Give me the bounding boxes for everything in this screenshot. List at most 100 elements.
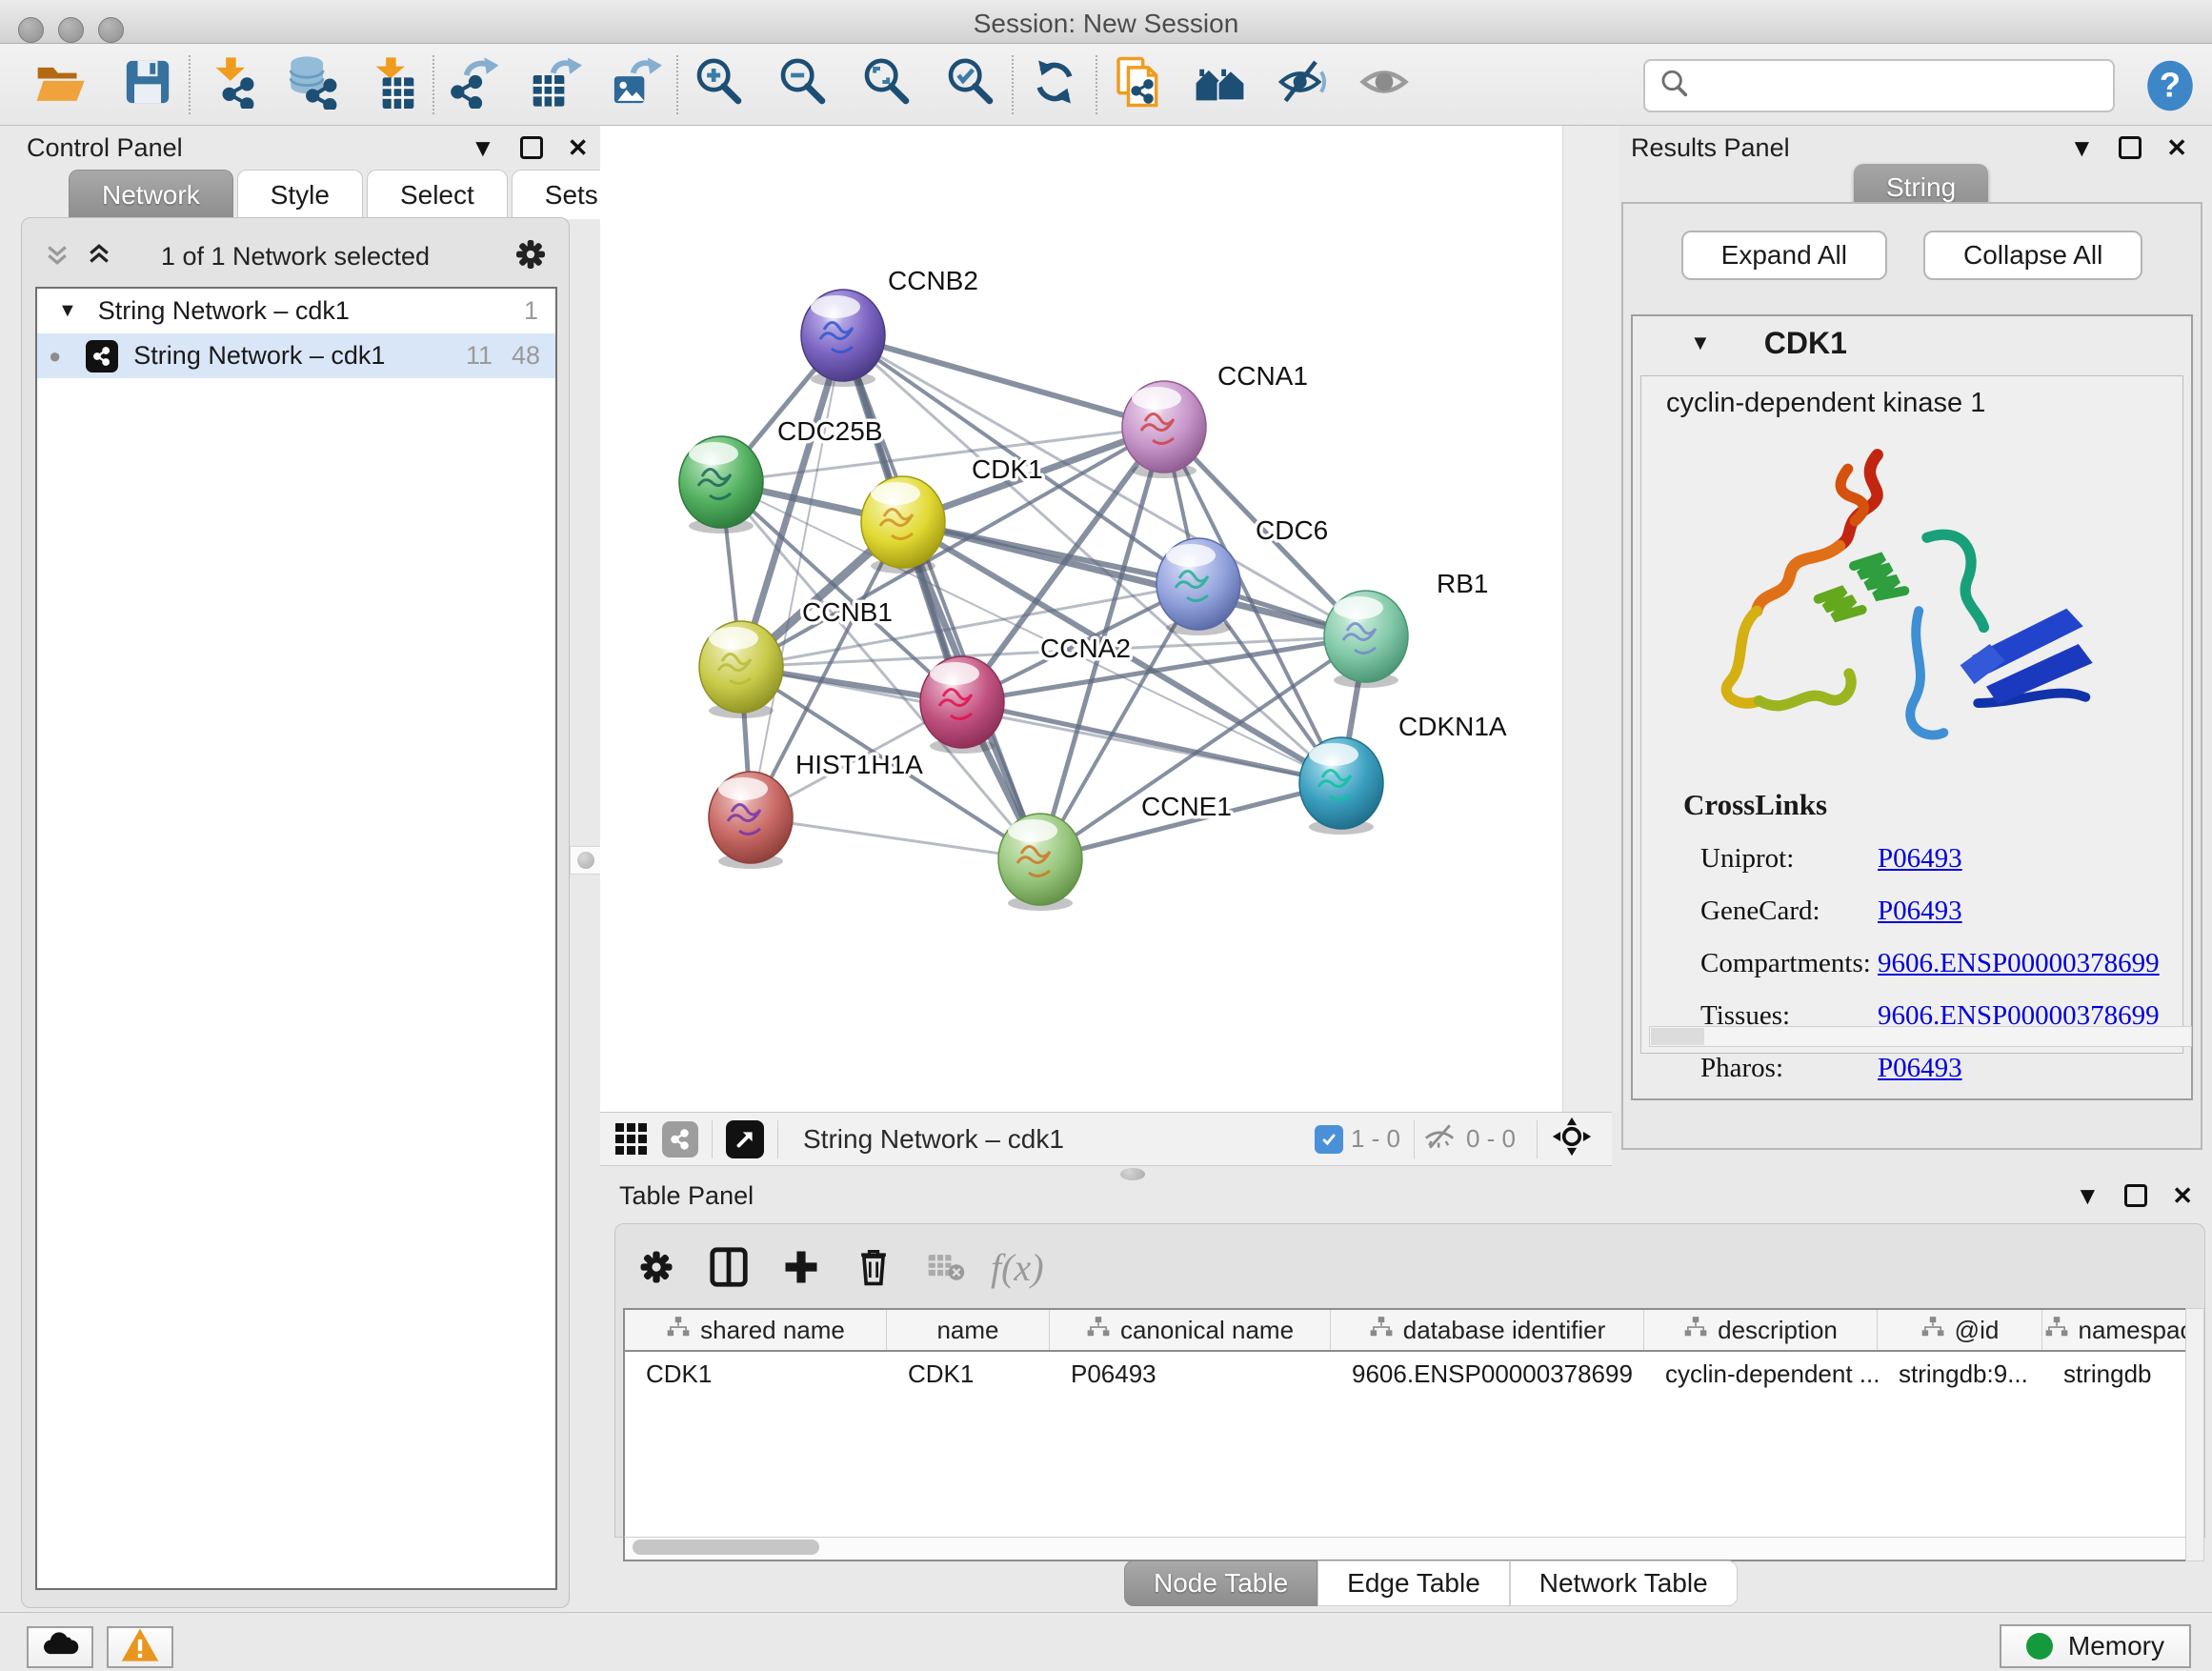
column-header-name[interactable]: name bbox=[887, 1310, 1050, 1350]
add-column-icon[interactable] bbox=[774, 1239, 829, 1295]
birdseye-grid-icon[interactable] bbox=[615, 1123, 647, 1155]
network-edge[interactable] bbox=[751, 335, 843, 817]
warnings-button[interactable] bbox=[107, 1626, 173, 1668]
gene-collapse-icon[interactable]: ▼ bbox=[1690, 331, 1711, 355]
zoom-selected-button[interactable] bbox=[939, 53, 1002, 116]
column-type-icon bbox=[1369, 1315, 1394, 1346]
results-panel-close-icon[interactable]: ✕ bbox=[2166, 135, 2187, 160]
hide-panel-button[interactable] bbox=[1271, 53, 1334, 116]
duplicate-network-button[interactable] bbox=[1107, 53, 1170, 116]
search-field[interactable] bbox=[1643, 59, 2115, 112]
crosslink-link[interactable]: P06493 bbox=[1878, 843, 1962, 875]
node-label: CDC6 bbox=[1256, 515, 1328, 545]
show-eye-button[interactable] bbox=[1353, 53, 1416, 116]
network-edge[interactable] bbox=[843, 335, 1164, 427]
network-canvas[interactable]: CCNB2CCNA1CDC25BCDK1CDC6RB1CCNB1CCNA2CDK… bbox=[600, 126, 1562, 1112]
network-node-RB1[interactable]: RB1 bbox=[1324, 569, 1488, 688]
zoom-in-button[interactable] bbox=[688, 53, 751, 116]
tree-expand-icon[interactable]: ▼ bbox=[58, 300, 77, 322]
tab-select[interactable]: Select bbox=[367, 170, 508, 219]
save-session-button[interactable] bbox=[116, 53, 179, 116]
crosslinks-title: CrossLinks bbox=[1683, 788, 2182, 822]
table-header-row: shared namenamecanonical namedatabase id… bbox=[625, 1310, 2197, 1352]
crosslink-link[interactable]: 9606.ENSP00000378699 bbox=[1878, 948, 2160, 979]
help-button[interactable]: ? bbox=[2142, 57, 2199, 114]
network-node-HIST1H1A[interactable]: HIST1H1A bbox=[709, 750, 923, 869]
results-panel-collapse-icon[interactable]: ▼ bbox=[2069, 135, 2094, 160]
memory-label: Memory bbox=[2068, 1631, 2164, 1661]
network-edge[interactable] bbox=[721, 482, 1341, 783]
table-panel-float-icon[interactable] bbox=[2124, 1184, 2147, 1207]
network-edge[interactable] bbox=[751, 817, 1040, 859]
gear-icon[interactable] bbox=[512, 235, 550, 278]
table-gear-icon[interactable] bbox=[629, 1239, 684, 1295]
home-networks-button[interactable] bbox=[1189, 53, 1252, 116]
horizontal-splitter-handle[interactable] bbox=[1120, 1168, 1145, 1180]
import-table-icon bbox=[365, 55, 418, 113]
network-selected-status: 1 of 1 Network selected bbox=[22, 242, 569, 272]
memory-button[interactable]: Memory bbox=[2000, 1624, 2191, 1668]
table-row[interactable]: CDK1CDK1P064939606.ENSP00000378699cyclin… bbox=[625, 1352, 2197, 1396]
table-cell[interactable]: CDK1 bbox=[887, 1352, 1050, 1396]
table-cell[interactable]: CDK1 bbox=[625, 1352, 887, 1396]
import-table-button[interactable] bbox=[360, 53, 423, 116]
table-cell[interactable]: P06493 bbox=[1050, 1352, 1331, 1396]
table-cell[interactable]: cyclin-dependent ... bbox=[1644, 1352, 1878, 1396]
table-vscrollbar[interactable] bbox=[2185, 1308, 2204, 1561]
search-input[interactable] bbox=[1691, 71, 2091, 101]
tab-style[interactable]: Style bbox=[237, 170, 363, 219]
column-header-canonical-name[interactable]: canonical name bbox=[1050, 1310, 1331, 1350]
import-network-button[interactable] bbox=[200, 53, 263, 116]
import-network-icon bbox=[205, 55, 258, 113]
expand-all-button[interactable]: Expand All bbox=[1681, 231, 1887, 280]
export-network-button[interactable] bbox=[444, 53, 507, 116]
export-network-icon bbox=[449, 55, 502, 113]
collapse-all-button[interactable]: Collapse All bbox=[1923, 231, 2142, 280]
network-edge[interactable] bbox=[962, 702, 1341, 783]
column-header-description[interactable]: description bbox=[1644, 1310, 1878, 1350]
table-cell[interactable]: stringdb:9... bbox=[1878, 1352, 2042, 1396]
control-panel-title: Control Panel bbox=[27, 133, 183, 163]
import-database-button[interactable] bbox=[280, 53, 343, 116]
zoom-fit-button[interactable] bbox=[855, 53, 918, 116]
table-panel-collapse-icon[interactable]: ▼ bbox=[2075, 1183, 2100, 1208]
results-hscrollbar[interactable] bbox=[1649, 1026, 2192, 1047]
export-table-icon bbox=[529, 55, 582, 113]
export-image-button[interactable] bbox=[604, 53, 667, 116]
tab-edge-table[interactable]: Edge Table bbox=[1317, 1560, 1510, 1606]
crosslink-link[interactable]: P06493 bbox=[1878, 1053, 1962, 1084]
table-cell[interactable]: 9606.ENSP00000378699 bbox=[1331, 1352, 1644, 1396]
network-row[interactable]: ● String Network – cdk1 11 48 bbox=[37, 333, 555, 378]
hidden-eye-icon[interactable] bbox=[1420, 1117, 1458, 1160]
crosshair-icon[interactable] bbox=[1551, 1116, 1593, 1162]
column-header-shared-name[interactable]: shared name bbox=[625, 1310, 887, 1350]
network-share-icon[interactable] bbox=[662, 1121, 698, 1158]
control-panel-collapse-icon[interactable]: ▼ bbox=[471, 135, 495, 160]
crosslink-link[interactable]: P06493 bbox=[1878, 896, 1962, 927]
left-splitter-handle[interactable] bbox=[570, 846, 602, 875]
export-table-button[interactable] bbox=[524, 53, 587, 116]
results-panel-float-icon[interactable] bbox=[2119, 136, 2142, 159]
table-panel-close-icon[interactable]: ✕ bbox=[2172, 1183, 2193, 1208]
show-columns-icon[interactable] bbox=[701, 1239, 756, 1295]
tab-network-table[interactable]: Network Table bbox=[1510, 1560, 1738, 1606]
column-header--id[interactable]: @id bbox=[1878, 1310, 2042, 1350]
network-collection-row[interactable]: ▼ String Network – cdk1 1 bbox=[37, 289, 555, 333]
delete-column-icon[interactable] bbox=[846, 1239, 901, 1295]
tab-node-table[interactable]: Node Table bbox=[1124, 1560, 1317, 1606]
control-panel-float-icon[interactable] bbox=[520, 136, 543, 159]
cloud-button[interactable] bbox=[27, 1626, 93, 1668]
network-node-CDKN1A[interactable]: CDKN1A bbox=[1299, 712, 1507, 835]
column-header-database-identifier[interactable]: database identifier bbox=[1331, 1310, 1644, 1350]
control-panel-close-icon[interactable]: ✕ bbox=[568, 135, 589, 160]
selected-checkbox-icon[interactable] bbox=[1315, 1125, 1343, 1154]
table-hscrollbar[interactable] bbox=[623, 1537, 2199, 1561]
network-node-CCNA1[interactable]: CCNA1 bbox=[1122, 361, 1308, 478]
table-cell[interactable]: stringdb bbox=[2042, 1352, 2195, 1396]
column-header-namespac[interactable]: namespac bbox=[2042, 1310, 2195, 1350]
refresh-button[interactable] bbox=[1023, 53, 1086, 116]
open-in-window-icon[interactable] bbox=[726, 1120, 764, 1158]
zoom-out-button[interactable] bbox=[772, 53, 835, 116]
open-session-button[interactable] bbox=[29, 53, 91, 116]
tab-network[interactable]: Network bbox=[69, 170, 233, 219]
